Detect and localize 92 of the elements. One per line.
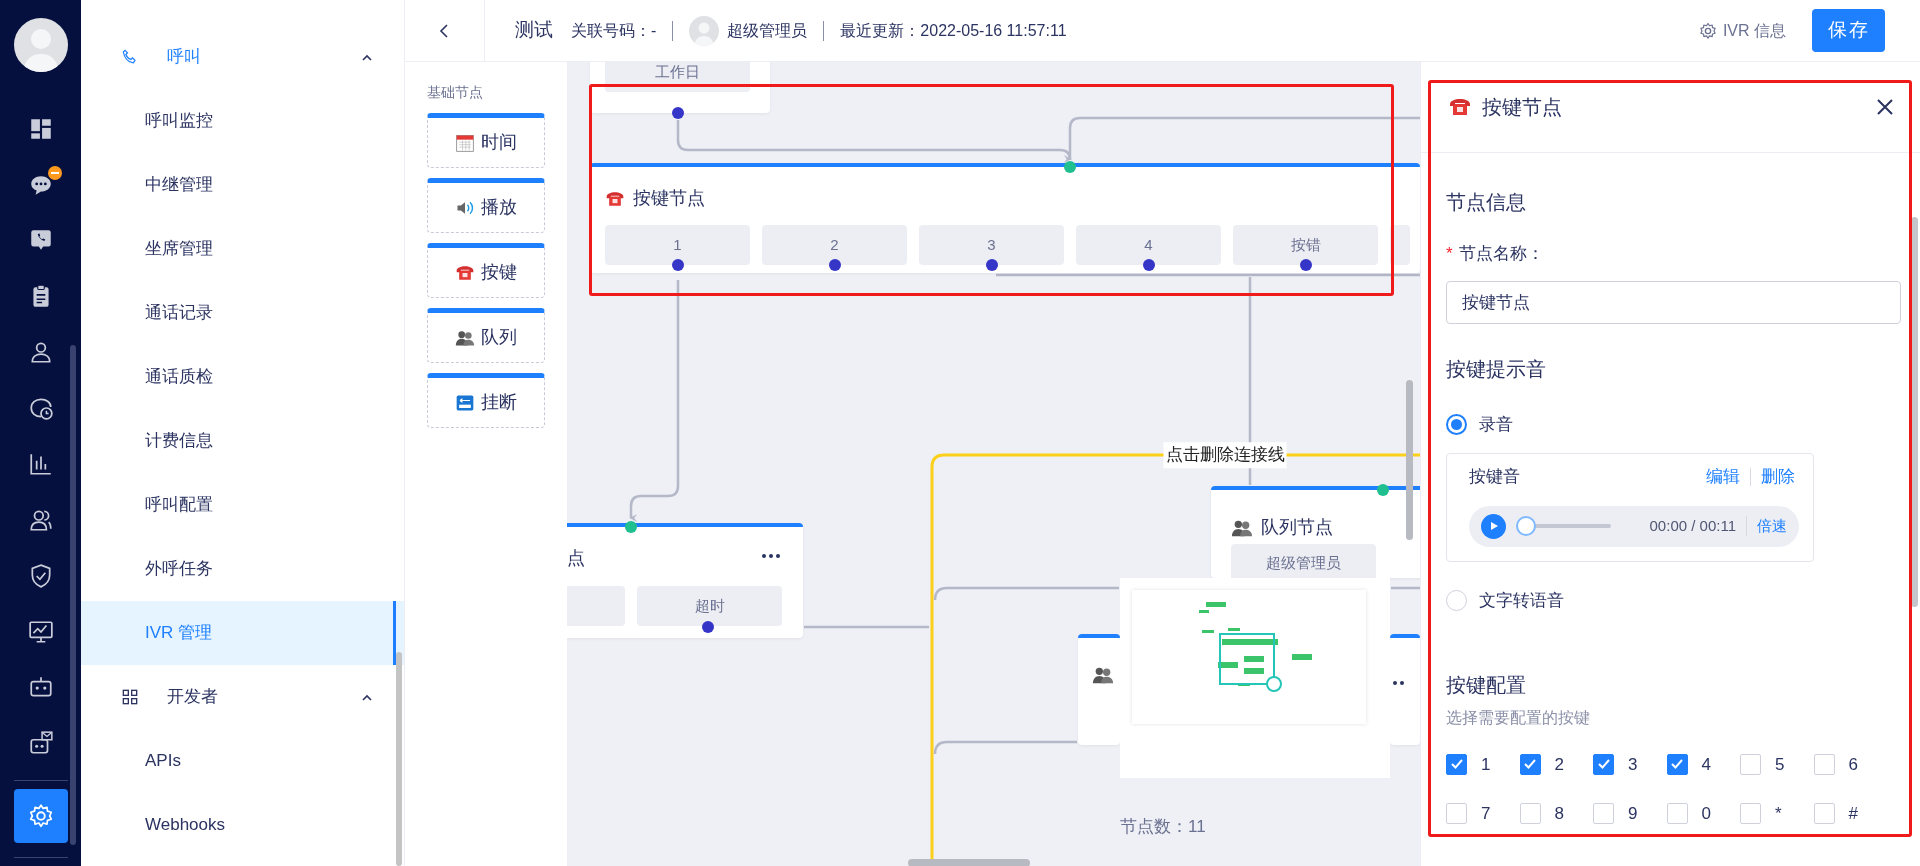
grid-icon: [120, 687, 140, 707]
node-tile[interactable]: 按键: [427, 243, 545, 298]
nav-button[interactable]: [13, 789, 68, 843]
more-icon[interactable]: [761, 552, 781, 559]
monitor-chart-icon: [27, 618, 54, 645]
menu-item[interactable]: APIs: [81, 729, 404, 793]
section-title: 按键提示音: [1446, 356, 1547, 382]
panel-title: 按键节点: [1482, 95, 1562, 120]
menu-group[interactable]: 开发者: [81, 665, 404, 729]
key-checkbox[interactable]: 5: [1740, 751, 1814, 777]
branch-button[interactable]: 3: [919, 225, 1064, 265]
key-checkbox[interactable]: #: [1813, 801, 1887, 827]
branch-button[interactable]: 1: [605, 225, 750, 265]
key-checkbox[interactable]: 8: [1519, 801, 1593, 827]
ivr-info-button[interactable]: IVR 信息: [1692, 17, 1792, 44]
node-tile[interactable]: 时间: [427, 113, 545, 168]
node-count: 节点数：11: [1120, 816, 1206, 838]
flow-node[interactable]: [1390, 634, 1420, 745]
menu-item[interactable]: 外呼任务: [81, 537, 404, 601]
delete-link[interactable]: 删除: [1761, 464, 1795, 490]
play-button[interactable]: [1481, 513, 1506, 539]
menu-item[interactable]: 中继管理: [81, 153, 404, 217]
key-checkbox[interactable]: 1: [1446, 751, 1520, 777]
menu-item[interactable]: 呼叫监控: [81, 89, 404, 153]
key-checkbox[interactable]: *: [1740, 801, 1814, 827]
calendar-icon: [455, 132, 475, 153]
menu-item[interactable]: 通话记录: [81, 281, 404, 345]
close-button[interactable]: [1875, 97, 1895, 117]
scrollbar[interactable]: [1911, 217, 1918, 607]
radio-option[interactable]: 文字转语音: [1446, 588, 1564, 614]
key-checkbox[interactable]: 2: [1519, 751, 1593, 777]
user-avatar[interactable]: [13, 18, 68, 72]
scrollbar[interactable]: [1406, 380, 1413, 540]
flow-node[interactable]: 点 超时: [567, 523, 803, 638]
menu-item[interactable]: 计费信息: [81, 409, 404, 473]
flow-node[interactable]: 队列节点 超级管理员: [1211, 486, 1420, 578]
node-tile[interactable]: 播放: [427, 178, 545, 233]
user-name: 超级管理员: [727, 20, 808, 41]
progress-thumb[interactable]: [1516, 516, 1536, 536]
section-title: 节点信息: [1446, 190, 1527, 215]
scrollbar[interactable]: [70, 345, 76, 845]
flow-node[interactable]: 按键节点 1 2 3 4 按错: [590, 163, 1420, 273]
save-button[interactable]: 保存: [1812, 9, 1885, 52]
key-checkbox[interactable]: 7: [1446, 801, 1520, 827]
menu-item[interactable]: 呼叫配置: [81, 473, 404, 537]
check-icon: [1596, 757, 1611, 772]
robot-mail-icon: [27, 730, 54, 757]
last-updated: 最近更新：2022-05-16 11:57:11: [840, 20, 1067, 41]
palette-title: 基础节点: [427, 83, 484, 102]
menu-group[interactable]: 呼叫: [81, 25, 404, 89]
delete-tooltip: 点击删除连接线: [1163, 442, 1287, 468]
menu-item[interactable]: Webhooks: [81, 793, 404, 857]
key-checkbox[interactable]: 6: [1813, 751, 1887, 777]
required-mark: *: [1446, 243, 1453, 265]
edit-link[interactable]: 编辑: [1706, 464, 1740, 490]
linked-number: 关联号码：-: [571, 20, 657, 41]
play-icon: [1488, 521, 1499, 531]
node-title: 队列节点: [1261, 516, 1333, 539]
check-icon: [1449, 757, 1464, 772]
scrollbar[interactable]: [908, 859, 1030, 866]
key-checkbox[interactable]: 3: [1593, 751, 1667, 777]
branch-button[interactable]: 4: [1076, 225, 1221, 265]
branch-button[interactable]: 超时: [637, 586, 782, 626]
settings-icon: [1698, 21, 1717, 40]
radio-option[interactable]: 录音: [1446, 411, 1513, 437]
node-tile[interactable]: 队列: [427, 308, 545, 363]
key-checkbox[interactable]: 4: [1666, 751, 1740, 777]
menu-item[interactable]: 通话质检: [81, 345, 404, 409]
node-title: 点: [567, 547, 585, 570]
close-icon: [1875, 97, 1895, 117]
field-label: 节点名称：: [1458, 243, 1544, 265]
node-tile[interactable]: 挂断: [427, 373, 545, 428]
key-checkbox[interactable]: 0: [1666, 801, 1740, 827]
check-icon: [1670, 757, 1684, 772]
branch-button[interactable]: 按错: [1233, 225, 1378, 265]
user-avatar: [689, 15, 720, 46]
branch-button[interactable]: [1390, 225, 1410, 265]
flow-title: 测试: [515, 18, 553, 43]
playback-time: 00:00 / 00:11: [1649, 515, 1736, 536]
section-title: 按键配置: [1446, 672, 1527, 698]
flow-node[interactable]: [1078, 634, 1120, 745]
node-title: 按键节点: [633, 187, 705, 210]
scrollbar[interactable]: [396, 652, 402, 866]
name-field[interactable]: 按键节点: [1446, 280, 1901, 324]
settings-icon: [27, 803, 54, 830]
key-checkbox[interactable]: 9: [1593, 801, 1667, 827]
branch-button[interactable]: 2: [762, 225, 907, 265]
check-icon: [1523, 757, 1537, 772]
recording-name: 按键音: [1469, 466, 1520, 488]
menu-item[interactable]: 坐席管理: [81, 217, 404, 281]
flow-node[interactable]: 工作日: [590, 62, 770, 113]
section-hint: 选择需要配置的按键: [1446, 707, 1591, 728]
